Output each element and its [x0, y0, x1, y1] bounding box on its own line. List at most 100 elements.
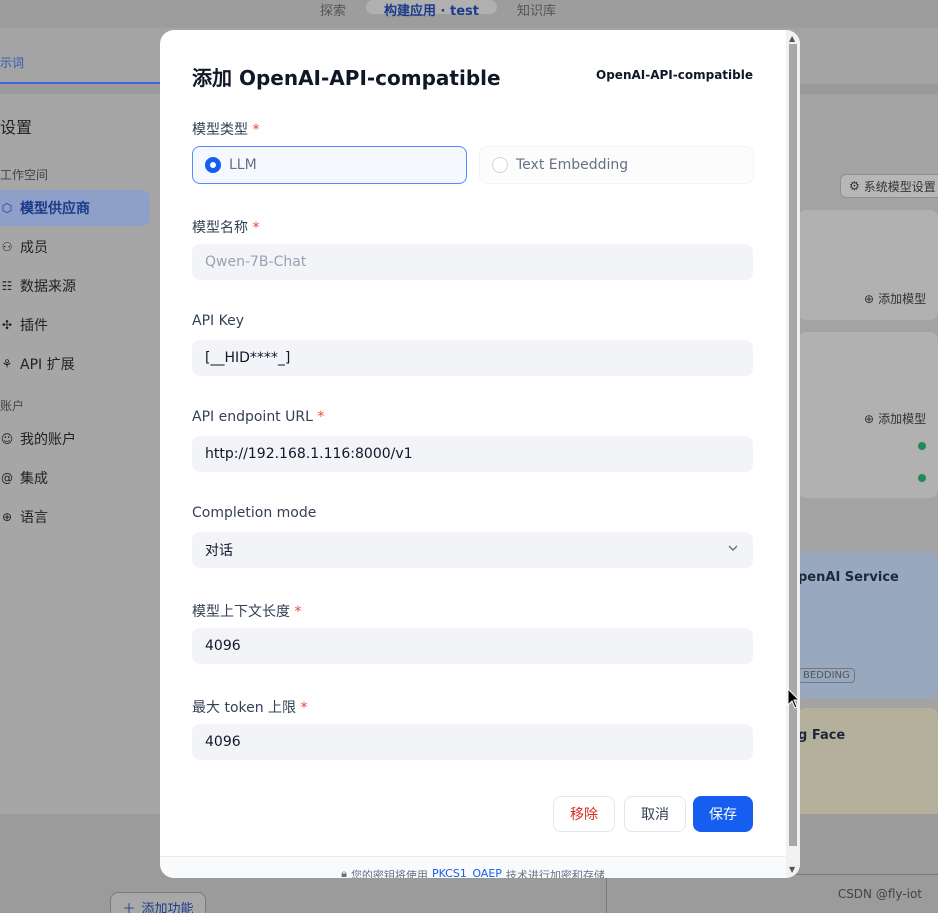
model-name-input[interactable] — [205, 244, 753, 280]
api-key-label: API Key — [192, 313, 244, 329]
label-text: API endpoint URL — [192, 409, 313, 425]
gear-icon: ⚙ — [849, 179, 860, 193]
top-nav-tabs: 探索 构建应用 · test 知识库 — [320, 0, 556, 19]
radio-unchecked-icon — [492, 157, 508, 173]
dialog-title: 添加 OpenAI-API-compatible — [192, 66, 501, 90]
radio-text-embedding[interactable]: Text Embedding — [479, 146, 754, 184]
add-model-button[interactable]: ⊕ 添加模型 — [864, 410, 926, 427]
add-function-button[interactable]: ＋ 添加功能 — [110, 892, 206, 913]
sidebar-item-members[interactable]: ⚇ 成员 — [0, 229, 150, 265]
sidebar-group-account: 账户 — [0, 399, 25, 413]
model-type-label: 模型类型 * — [192, 119, 259, 139]
puzzle-icon: ✣ — [1, 318, 13, 332]
endpoint-label: API endpoint URL * — [192, 409, 324, 425]
sidebar-item-label: 语言 — [20, 510, 48, 526]
context-length-input[interactable] — [205, 628, 753, 664]
max-tokens-input[interactable] — [205, 724, 753, 760]
add-model-dialog: 添加 OpenAI-API-compatible OpenAI-API-comp… — [160, 30, 800, 878]
watermark: CSDN @fly-iot — [837, 887, 922, 901]
plus-icon: ＋ — [122, 901, 136, 913]
context-length-label: 模型上下文长度 * — [192, 601, 301, 621]
at-icon: @ — [1, 471, 13, 485]
globe-icon: ⊕ — [1, 510, 13, 524]
add-model-label: 添加模型 — [878, 412, 927, 426]
add-model-button[interactable]: ⊕ 添加模型 — [864, 290, 926, 307]
cancel-button[interactable]: 取消 — [624, 796, 686, 832]
radio-label: LLM — [229, 157, 257, 173]
api-key-field — [192, 340, 753, 376]
label-text: 最大 token 上限 — [192, 700, 297, 716]
add-model-label: 添加模型 — [878, 292, 927, 306]
tab-underline — [0, 82, 160, 84]
provider-name: penAI Service — [798, 570, 899, 585]
api-key-input[interactable] — [205, 340, 753, 376]
tab-knowledge[interactable]: 知识库 — [517, 0, 556, 19]
remove-button[interactable]: 移除 — [553, 796, 615, 832]
settings-sidebar: 设置 工作空间 ⬡ 模型供应商 ⚇ 成员 ☷ 数据来源 ✣ 插件 ⚘ API 扩… — [0, 94, 160, 814]
sidebar-item-my-account[interactable]: ☺ 我的账户 — [0, 421, 150, 457]
endpoint-url-input[interactable] — [205, 436, 753, 472]
system-model-settings-button[interactable]: ⚙ 系统模型设置 — [840, 174, 938, 198]
model-type-tag: BEDDING — [798, 668, 855, 683]
cube-icon: ⬡ — [1, 201, 13, 215]
status-dot — [918, 474, 926, 482]
sidebar-item-integrations[interactable]: @ 集成 — [0, 460, 150, 496]
top-nav: 探索 构建应用 · test 知识库 — [0, 0, 938, 28]
status-dot — [918, 442, 926, 450]
sidebar-item-language[interactable]: ⊕ 语言 — [0, 499, 150, 535]
label-text: 模型上下文长度 — [192, 604, 290, 620]
mouse-cursor-icon — [787, 688, 801, 709]
chevron-down-icon — [727, 542, 741, 556]
system-model-settings-label: 系统模型设置 — [863, 179, 936, 194]
model-name-label: 模型名称 * — [192, 217, 259, 237]
sidebar-item-plugins[interactable]: ✣ 插件 — [0, 307, 150, 343]
sidebar-item-label: 数据来源 — [20, 279, 76, 295]
required-mark: * — [317, 409, 325, 425]
provider-logo-text: OpenAI-API-compatible — [596, 68, 753, 82]
completion-mode-select[interactable]: 对话 — [192, 532, 753, 568]
label-text: Completion mode — [192, 505, 317, 521]
tab-prompt[interactable]: 示词 — [0, 54, 24, 71]
label-text: API Key — [192, 313, 244, 329]
user-icon: ☺ — [0, 432, 14, 446]
dialog-scrollbar[interactable]: ▲ ▼ — [786, 30, 800, 878]
max-tokens-field — [192, 724, 753, 760]
context-length-field — [192, 628, 753, 664]
provider-card-huggingface[interactable]: g Face — [798, 708, 938, 818]
save-button[interactable]: 保存 — [693, 796, 753, 832]
sidebar-item-model-provider[interactable]: ⬡ 模型供应商 — [0, 190, 150, 226]
provider-card-azure[interactable]: penAI Service BEDDING — [798, 552, 938, 698]
add-function-label: 添加功能 — [141, 901, 194, 913]
plus-circle-icon: ⊕ — [864, 411, 875, 426]
scroll-up-arrow-icon[interactable]: ▲ — [789, 34, 795, 43]
notice-suffix: 技术进行加密和存储 — [505, 869, 605, 878]
sidebar-item-data-source[interactable]: ☷ 数据来源 — [0, 268, 150, 304]
completion-mode-value: 对话 — [205, 543, 233, 559]
required-mark: * — [252, 220, 260, 236]
scrollbar-thumb[interactable] — [789, 44, 797, 846]
max-tokens-label: 最大 token 上限 * — [192, 697, 308, 717]
plus-circle-icon: ⊕ — [864, 291, 875, 306]
endpoint-field — [192, 436, 753, 472]
model-name-field — [192, 244, 753, 280]
notice-prefix: 您的密钥将使用 — [350, 869, 428, 878]
settings-title: 设置 — [0, 118, 33, 137]
sidebar-item-label: 成员 — [20, 240, 48, 256]
sidebar-item-api-extension[interactable]: ⚘ API 扩展 — [0, 346, 150, 382]
scroll-down-arrow-icon[interactable]: ▼ — [789, 865, 795, 874]
sidebar-item-label: 插件 — [20, 318, 48, 334]
sidebar-item-label: API 扩展 — [20, 357, 75, 373]
webhook-icon: ⚘ — [1, 357, 13, 371]
radio-llm[interactable]: LLM — [192, 146, 467, 184]
tab-explore[interactable]: 探索 — [320, 0, 346, 19]
tab-build-app[interactable]: 构建应用 · test — [366, 0, 497, 19]
completion-mode-label: Completion mode — [192, 505, 316, 521]
required-mark: * — [294, 604, 302, 620]
sidebar-item-label: 我的账户 — [20, 432, 76, 448]
radio-checked-icon — [205, 157, 221, 173]
lock-icon: 🔒︎ — [341, 867, 347, 878]
provider-name: g Face — [798, 728, 846, 743]
provider-panel: ⚙ 系统模型设置 ⊕ 添加模型 ⊕ 添加模型 penAI Service BED… — [786, 94, 938, 818]
pkcs-link[interactable]: PKCS1_OAEP — [432, 867, 502, 878]
sidebar-item-label: 模型供应商 — [20, 201, 90, 217]
